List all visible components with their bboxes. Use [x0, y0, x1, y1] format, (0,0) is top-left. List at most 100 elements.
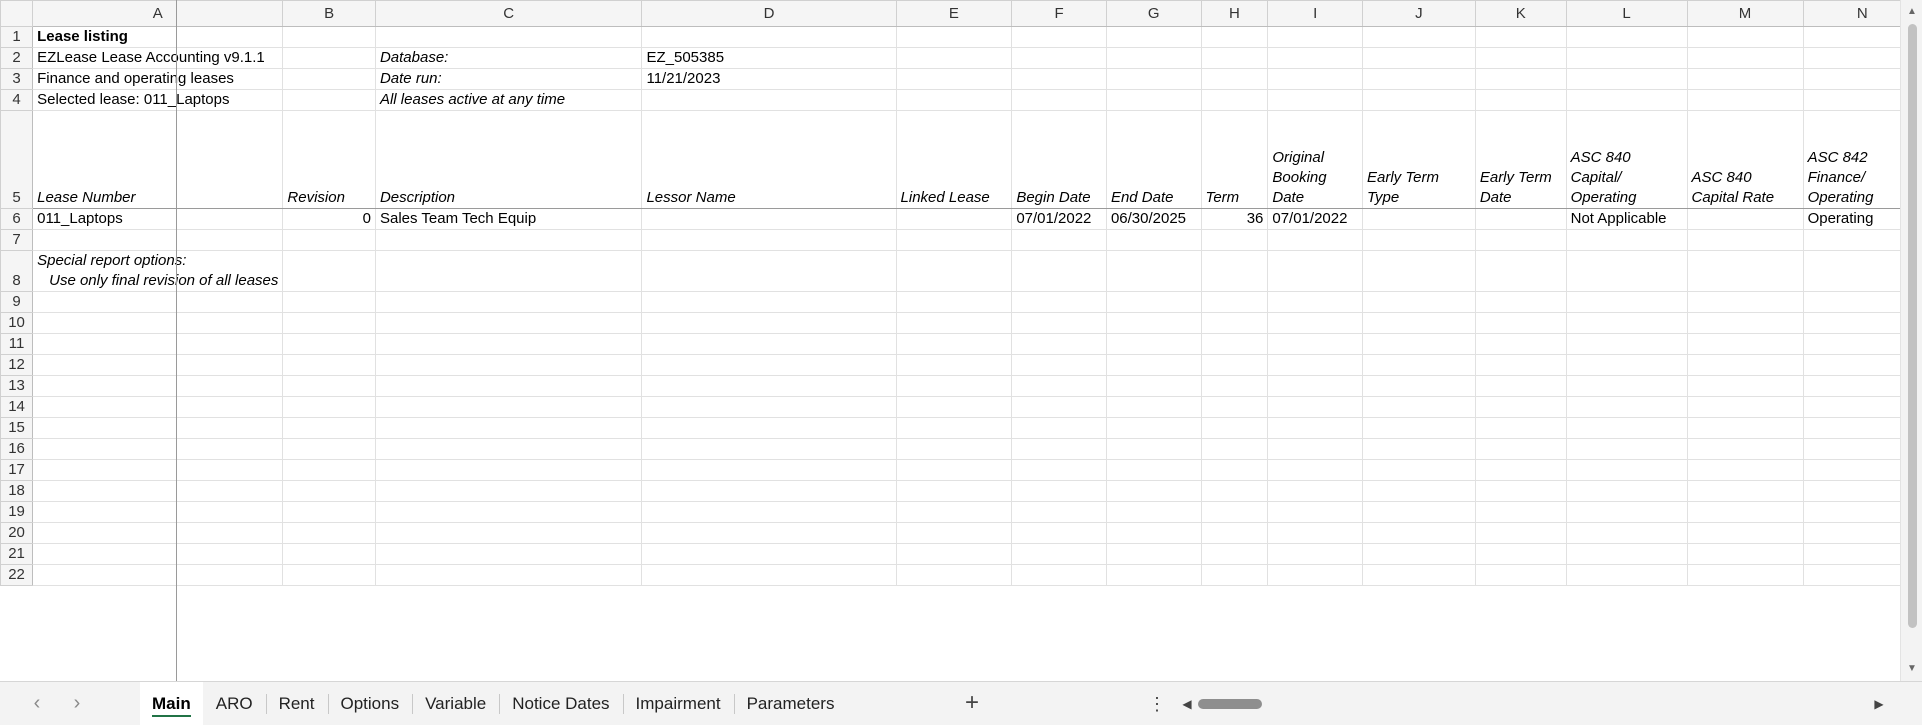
- cell-k17[interactable]: [1474, 459, 1567, 481]
- row-header[interactable]: 6: [0, 208, 34, 230]
- cell-k22[interactable]: [1474, 564, 1567, 586]
- cell-e8[interactable]: [895, 250, 1013, 292]
- cell-h2[interactable]: [1200, 47, 1269, 69]
- cell-k7[interactable]: [1474, 229, 1567, 251]
- cell-c5[interactable]: Description: [374, 110, 643, 209]
- cell-h8[interactable]: [1200, 250, 1269, 292]
- cell-h3[interactable]: [1200, 68, 1269, 90]
- cell-g2[interactable]: [1105, 47, 1202, 69]
- column-header-f[interactable]: F: [1011, 0, 1107, 27]
- cell-h9[interactable]: [1200, 291, 1269, 313]
- add-sheet-icon[interactable]: +: [958, 690, 986, 718]
- cell-m20[interactable]: [1686, 522, 1804, 544]
- previous-sheet-icon[interactable]: ‹: [26, 692, 48, 716]
- cell-i20[interactable]: [1267, 522, 1363, 544]
- column-header-d[interactable]: D: [641, 0, 897, 27]
- cell-k20[interactable]: [1474, 522, 1567, 544]
- cell-l6[interactable]: Not Applicable: [1565, 208, 1688, 230]
- cell-f3[interactable]: [1011, 68, 1107, 90]
- cell-l10[interactable]: [1565, 312, 1688, 334]
- cell-c8[interactable]: [374, 250, 643, 292]
- row-header[interactable]: 21: [0, 543, 34, 565]
- cell-d8[interactable]: [641, 250, 897, 292]
- sheet-tab-notice-dates[interactable]: Notice Dates: [499, 682, 622, 725]
- cell-c13[interactable]: [374, 375, 643, 397]
- horizontal-scroll-thumb[interactable]: [1198, 699, 1262, 709]
- row-header[interactable]: 22: [0, 564, 34, 586]
- sheet-tab-variable[interactable]: Variable: [412, 682, 499, 725]
- cell-d4[interactable]: [641, 89, 897, 111]
- cell-d22[interactable]: [641, 564, 897, 586]
- cell-g1[interactable]: [1105, 26, 1202, 48]
- column-header-b[interactable]: B: [282, 0, 376, 27]
- cell-e1[interactable]: [895, 26, 1013, 48]
- cell-i2[interactable]: [1267, 47, 1363, 69]
- cell-j1[interactable]: [1361, 26, 1476, 48]
- cell-j19[interactable]: [1361, 501, 1476, 523]
- row-header[interactable]: 20: [0, 522, 34, 544]
- cell-c21[interactable]: [374, 543, 643, 565]
- cell-l12[interactable]: [1565, 354, 1688, 376]
- cell-m10[interactable]: [1686, 312, 1804, 334]
- cell-d20[interactable]: [641, 522, 897, 544]
- cell-e5[interactable]: Linked Lease: [895, 110, 1013, 209]
- cell-i19[interactable]: [1267, 501, 1363, 523]
- cell-d16[interactable]: [641, 438, 897, 460]
- cell-k4[interactable]: [1474, 89, 1567, 111]
- cell-b13[interactable]: [282, 375, 376, 397]
- cell-k21[interactable]: [1474, 543, 1567, 565]
- cell-m12[interactable]: [1686, 354, 1804, 376]
- cell-f15[interactable]: [1011, 417, 1107, 439]
- cell-i6[interactable]: 07/01/2022: [1267, 208, 1363, 230]
- cell-a21[interactable]: [32, 543, 284, 565]
- cell-a12[interactable]: [32, 354, 284, 376]
- column-header-e[interactable]: E: [895, 0, 1013, 27]
- cell-c16[interactable]: [374, 438, 643, 460]
- cell-f21[interactable]: [1011, 543, 1107, 565]
- cell-l20[interactable]: [1565, 522, 1688, 544]
- cell-j9[interactable]: [1361, 291, 1476, 313]
- cell-j5[interactable]: Early Term Type: [1361, 110, 1476, 209]
- cell-m5[interactable]: ASC 840 Capital Rate: [1686, 110, 1804, 209]
- horizontal-scrollbar[interactable]: ◀ ▶: [1178, 693, 1888, 715]
- cell-e9[interactable]: [895, 291, 1013, 313]
- cell-f22[interactable]: [1011, 564, 1107, 586]
- cell-a19[interactable]: [32, 501, 284, 523]
- cell-b20[interactable]: [282, 522, 376, 544]
- column-header-k[interactable]: K: [1474, 0, 1567, 27]
- column-header-i[interactable]: I: [1267, 0, 1363, 27]
- cell-b9[interactable]: [282, 291, 376, 313]
- cell-h10[interactable]: [1200, 312, 1269, 334]
- cell-i17[interactable]: [1267, 459, 1363, 481]
- cell-h11[interactable]: [1200, 333, 1269, 355]
- cell-c9[interactable]: [374, 291, 643, 313]
- cell-g22[interactable]: [1105, 564, 1202, 586]
- row-header[interactable]: 12: [0, 354, 34, 376]
- cell-a18[interactable]: [32, 480, 284, 502]
- cell-d18[interactable]: [641, 480, 897, 502]
- cell-j10[interactable]: [1361, 312, 1476, 334]
- cell-e19[interactable]: [895, 501, 1013, 523]
- cell-k3[interactable]: [1474, 68, 1567, 90]
- cell-d2[interactable]: EZ_505385: [641, 47, 897, 69]
- cell-g8[interactable]: [1105, 250, 1202, 292]
- cell-b11[interactable]: [282, 333, 376, 355]
- cell-a17[interactable]: [32, 459, 284, 481]
- row-header[interactable]: 9: [0, 291, 34, 313]
- cell-m19[interactable]: [1686, 501, 1804, 523]
- cell-d1[interactable]: [641, 26, 897, 48]
- cell-a11[interactable]: [32, 333, 284, 355]
- row-header[interactable]: 13: [0, 375, 34, 397]
- cell-l5[interactable]: ASC 840 Capital/ Operating: [1565, 110, 1688, 209]
- cell-b5[interactable]: Revision: [282, 110, 376, 209]
- cell-b22[interactable]: [282, 564, 376, 586]
- cell-c12[interactable]: [374, 354, 643, 376]
- cell-c2[interactable]: Database:: [374, 47, 643, 69]
- cell-f4[interactable]: [1011, 89, 1107, 111]
- cell-e22[interactable]: [895, 564, 1013, 586]
- cell-c22[interactable]: [374, 564, 643, 586]
- cell-h1[interactable]: [1200, 26, 1269, 48]
- cell-k2[interactable]: [1474, 47, 1567, 69]
- cell-c7[interactable]: [374, 229, 643, 251]
- column-header-l[interactable]: L: [1565, 0, 1688, 27]
